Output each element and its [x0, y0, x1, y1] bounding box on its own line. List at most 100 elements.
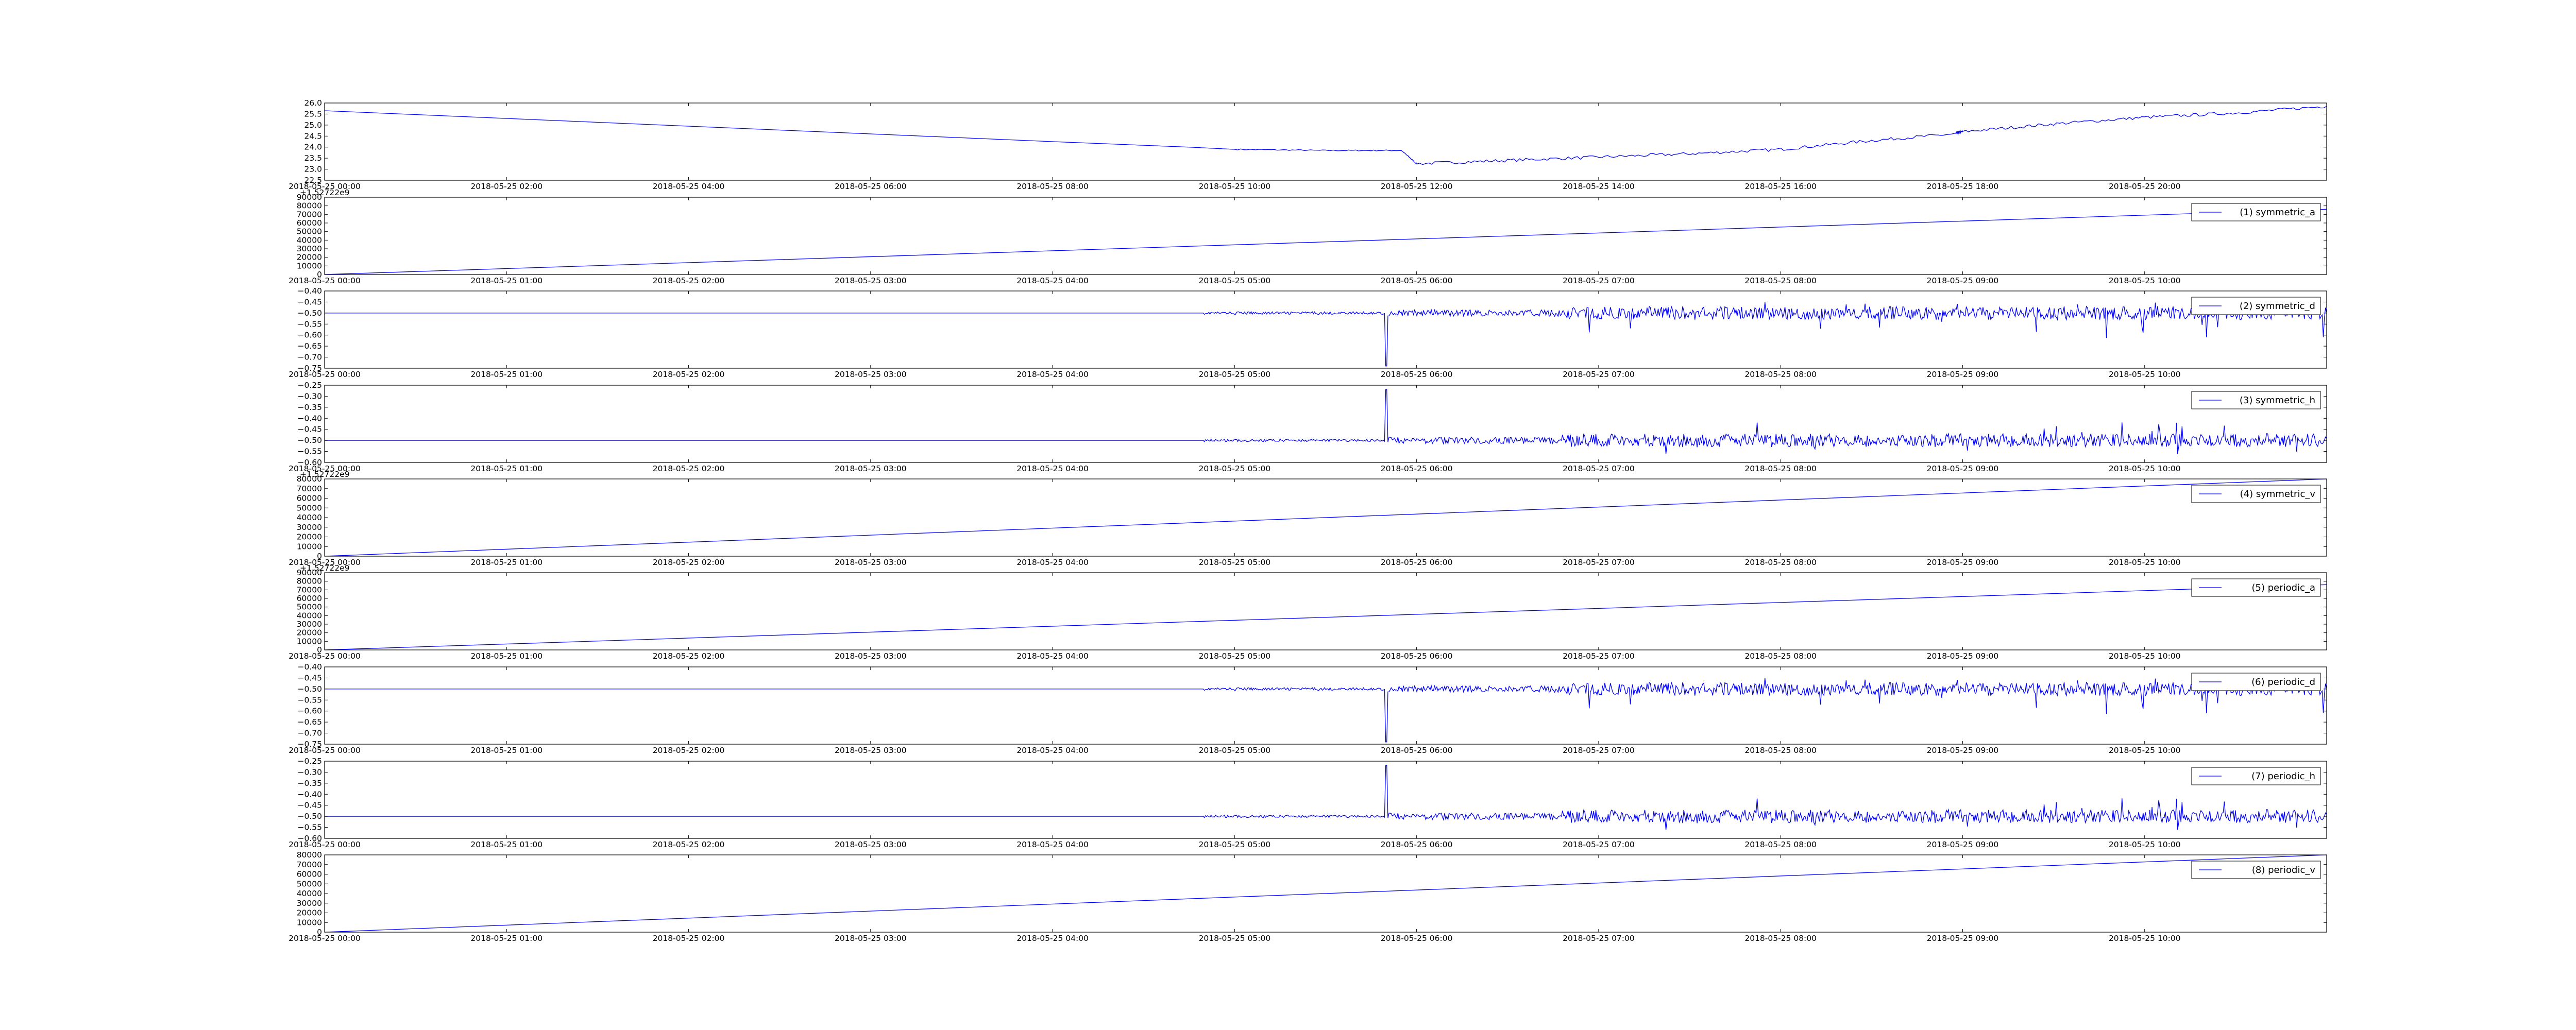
y-tick-label: −0.65 [298, 341, 323, 351]
y-tick-label: −0.55 [298, 823, 323, 832]
y-tick-label: 40000 [297, 513, 322, 522]
x-tick-label: 2018-05-25 05:00 [1199, 746, 1271, 755]
series-line [325, 765, 2327, 830]
x-tick-label: 2018-05-25 04:00 [1016, 276, 1089, 285]
y-tick-label: 24.5 [304, 131, 322, 141]
y-tick-label: 30000 [297, 899, 322, 908]
y-tick-label: −0.40 [298, 662, 323, 672]
y-tick-label: −0.55 [298, 695, 323, 705]
legend-label: (4) symmetric_v [2240, 489, 2316, 500]
y-tick-label: −0.55 [298, 319, 323, 329]
y-tick-label: 10000 [297, 918, 322, 927]
series-line [324, 209, 2327, 275]
x-tick-label: 2018-05-25 08:00 [1744, 651, 1817, 661]
x-tick-label: 2018-05-25 02:00 [653, 746, 725, 755]
x-tick-label: 2018-05-25 01:00 [470, 370, 543, 379]
y-tick-label: 80000 [297, 850, 322, 860]
x-tick-label: 2018-05-25 04:00 [1016, 840, 1089, 849]
y-tick-label: −0.70 [298, 729, 323, 738]
y-tick-label: 26.0 [304, 98, 322, 108]
y-tick-label: 80000 [297, 201, 322, 211]
y-tick-label: −0.65 [298, 717, 323, 727]
y-tick-label: 60000 [297, 494, 322, 503]
offset-label: +1.52722e9 [300, 470, 349, 479]
series-line [324, 478, 2327, 557]
panel-1: 22.523.023.524.024.525.025.526.02018-05-… [289, 98, 2327, 191]
y-tick-label: 23.0 [304, 165, 322, 174]
y-tick-label: 50000 [297, 879, 322, 888]
legend: (6) periodic_d [2191, 673, 2321, 691]
x-tick-label: 2018-05-25 06:00 [1381, 558, 1453, 567]
x-tick-label: 2018-05-25 01:00 [470, 558, 543, 567]
y-tick-label: 10000 [297, 542, 322, 551]
x-tick-label: 2018-05-25 04:00 [653, 182, 725, 191]
x-tick-label: 2018-05-25 03:00 [835, 276, 907, 285]
series-line [324, 106, 2327, 165]
legend-label: (7) periodic_h [2251, 771, 2315, 782]
legend-label: (5) periodic_a [2252, 582, 2316, 593]
y-tick-label: 40000 [297, 611, 322, 620]
x-tick-label: 2018-05-25 00:00 [289, 840, 361, 849]
x-tick-label: 2018-05-25 05:00 [1199, 840, 1271, 849]
y-tick-label: 20000 [297, 908, 322, 918]
axes-frame [324, 385, 2327, 463]
x-tick-label: 2018-05-25 07:00 [1563, 651, 1635, 661]
y-tick-label: −0.60 [298, 331, 323, 340]
x-tick-label: 2018-05-25 05:00 [1199, 558, 1271, 567]
legend-label: (6) periodic_d [2251, 677, 2315, 688]
x-tick-label: 2018-05-25 02:00 [653, 651, 725, 661]
x-tick-label: 2018-05-25 08:00 [1744, 934, 1817, 943]
y-tick-label: 10000 [297, 261, 322, 270]
x-tick-label: 2018-05-25 04:00 [1016, 464, 1089, 473]
x-tick-label: 2018-05-25 09:00 [1927, 840, 1999, 849]
x-tick-label: 2018-05-25 04:00 [1016, 370, 1089, 379]
x-tick-label: 2018-05-25 06:00 [1381, 370, 1453, 379]
y-tick-label: 20000 [297, 533, 322, 542]
x-tick-label: 2018-05-25 12:00 [1381, 182, 1453, 191]
x-tick-label: 2018-05-25 06:00 [1381, 276, 1453, 285]
y-tick-label: −0.50 [298, 684, 323, 694]
x-tick-label: 2018-05-25 03:00 [835, 934, 907, 943]
y-tick-label: 60000 [297, 218, 322, 228]
x-tick-label: 2018-05-25 03:00 [835, 464, 907, 473]
x-tick-label: 2018-05-25 04:00 [1016, 558, 1089, 567]
y-tick-label: 70000 [297, 484, 322, 493]
y-tick-label: −0.35 [298, 403, 323, 412]
y-tick-label: 23.5 [304, 153, 322, 163]
y-tick-label: −0.50 [298, 308, 323, 318]
x-tick-label: 2018-05-25 01:00 [470, 840, 543, 849]
y-tick-label: 40000 [297, 889, 322, 898]
y-tick-label: −0.45 [298, 425, 323, 434]
y-tick-label: −0.45 [298, 297, 323, 306]
y-tick-label: 10000 [297, 637, 322, 646]
series-line [325, 389, 2327, 454]
x-tick-label: 2018-05-25 07:00 [1563, 464, 1635, 473]
panel-6: 0100002000030000400005000060000700008000… [289, 563, 2327, 661]
axes-frame [324, 290, 2327, 369]
x-tick-label: 2018-05-25 10:00 [2109, 746, 2181, 755]
y-tick-label: 70000 [297, 585, 322, 594]
x-tick-label: 2018-05-25 09:00 [1927, 746, 1999, 755]
x-tick-label: 2018-05-25 07:00 [1563, 746, 1635, 755]
x-tick-label: 2018-05-25 05:00 [1199, 464, 1271, 473]
x-tick-label: 2018-05-25 02:00 [470, 182, 543, 191]
y-tick-label: −0.60 [298, 707, 323, 716]
y-tick-label: −0.25 [298, 381, 323, 390]
x-tick-label: 2018-05-25 04:00 [1016, 746, 1089, 755]
x-tick-label: 2018-05-25 07:00 [1563, 934, 1635, 943]
y-tick-label: 70000 [297, 860, 322, 869]
series-line [325, 678, 2327, 743]
y-tick-label: 70000 [297, 210, 322, 219]
legend: (7) periodic_h [2191, 767, 2321, 785]
x-tick-label: 2018-05-25 03:00 [835, 558, 907, 567]
x-tick-label: 2018-05-25 07:00 [1563, 558, 1635, 567]
x-tick-label: 2018-05-25 02:00 [653, 464, 725, 473]
panel-3: −0.75−0.70−0.65−0.60−0.55−0.50−0.45−0.40… [289, 286, 2327, 379]
y-tick-label: 30000 [297, 523, 322, 532]
y-tick-label: −0.25 [298, 757, 323, 766]
x-tick-label: 2018-05-25 00:00 [289, 370, 361, 379]
x-tick-label: 2018-05-25 04:00 [1016, 934, 1089, 943]
y-tick-label: −0.50 [298, 436, 323, 445]
y-tick-label: −0.30 [298, 767, 323, 777]
y-tick-label: −0.30 [298, 391, 323, 401]
